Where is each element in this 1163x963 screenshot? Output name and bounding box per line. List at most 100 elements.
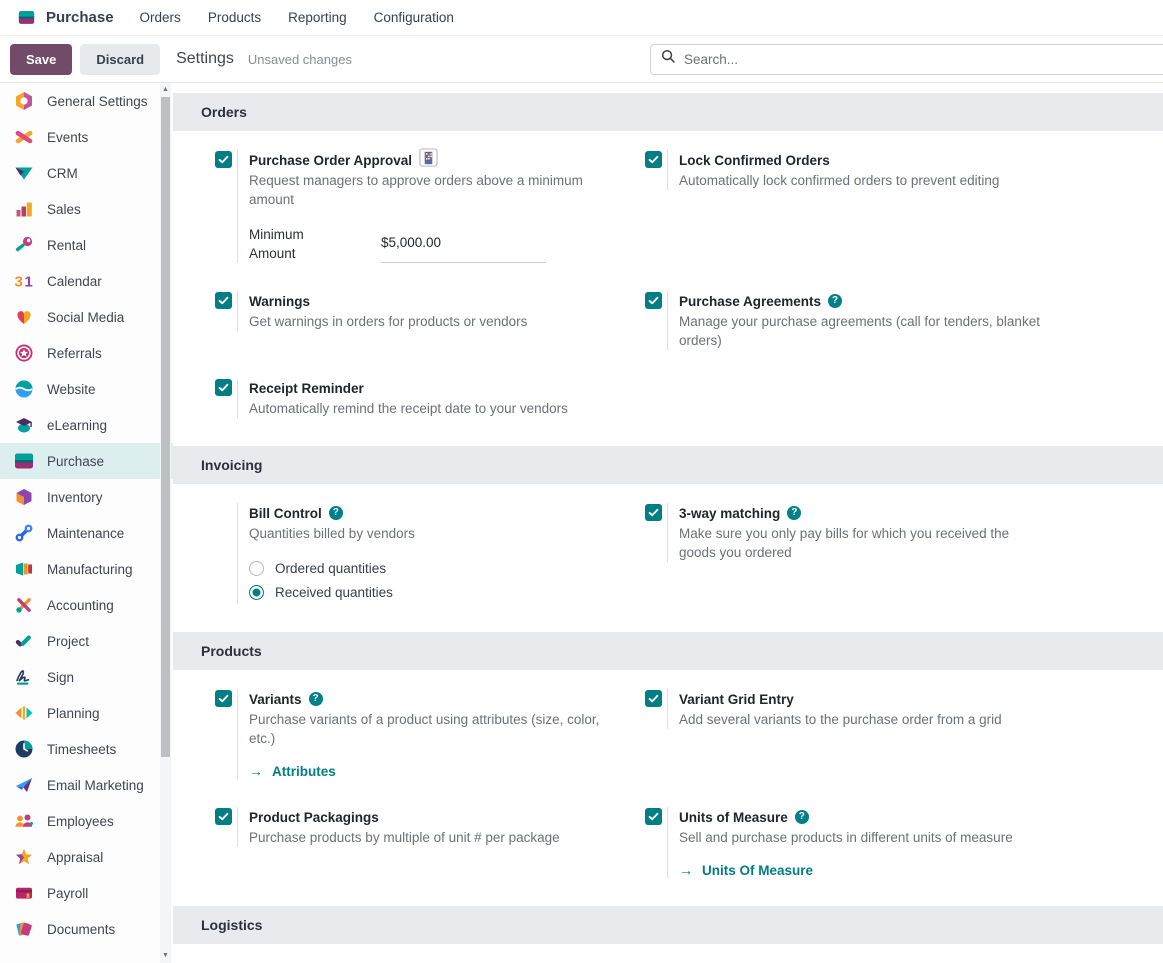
sidebar-item-inventory[interactable]: Inventory — [0, 479, 173, 515]
appraisal-icon — [13, 847, 34, 868]
ordered-quantities-radio[interactable]: Ordered quantities — [249, 556, 415, 580]
sidebar-item-label: Social Media — [47, 310, 124, 325]
sidebar-item-social-media[interactable]: Social Media — [0, 299, 173, 335]
referrals-icon — [13, 343, 34, 364]
sidebar-item-label: CRM — [47, 166, 78, 181]
sidebar-item-events[interactable]: Events — [0, 119, 173, 155]
help-icon[interactable]: ? — [795, 810, 809, 824]
help-icon[interactable]: ? — [329, 506, 343, 520]
sidebar-item-label: Inventory — [47, 490, 103, 505]
sidebar-item-timesheets[interactable]: Timesheets — [0, 731, 173, 767]
units-of-measure-checkbox[interactable] — [645, 808, 662, 825]
lock-confirmed-orders-checkbox[interactable] — [645, 151, 662, 168]
setting-product-packagings: Product Packagings Purchase products by … — [215, 807, 645, 878]
purchase-icon — [13, 451, 34, 472]
menu-reporting[interactable]: Reporting — [288, 10, 347, 25]
sidebar-item-label: Calendar — [47, 274, 102, 289]
sidebar-item-sign[interactable]: Sign — [0, 659, 173, 695]
variant-grid-entry-checkbox[interactable] — [645, 690, 662, 707]
purchase-app-icon — [16, 7, 37, 28]
three-way-matching-checkbox[interactable] — [645, 504, 662, 521]
setting-description: Quantities billed by vendors — [249, 524, 415, 543]
sidebar-item-accounting[interactable]: Accounting — [0, 587, 173, 623]
app-switcher[interactable]: Purchase — [16, 7, 114, 28]
setting-bill-control: Bill Control ? Quantities billed by vend… — [215, 503, 645, 604]
purchase-order-approval-checkbox[interactable] — [215, 151, 232, 168]
setting-description: Add several variants to the purchase ord… — [679, 710, 1002, 729]
scroll-up-icon[interactable]: ▲ — [160, 84, 171, 96]
sidebar-item-label: Manufacturing — [47, 562, 133, 577]
setting-lock-confirmed-orders: Lock Confirmed Orders Automatically lock… — [645, 150, 1129, 263]
setting-title: Bill Control — [249, 506, 322, 521]
help-icon[interactable]: ? — [309, 692, 323, 706]
sidebar-item-referrals[interactable]: Referrals — [0, 335, 173, 371]
setting-description: Automatically remind the receipt date to… — [249, 399, 568, 418]
sidebar-item-label: Appraisal — [47, 850, 103, 865]
setting-variant-grid-entry: Variant Grid Entry Add several variants … — [645, 689, 1129, 779]
sidebar-item-sales[interactable]: Sales — [0, 191, 173, 227]
sidebar-item-email-marketing[interactable]: Email Marketing — [0, 767, 173, 803]
sidebar-item-label: Documents — [47, 922, 115, 937]
purchase-agreements-checkbox[interactable] — [645, 292, 662, 309]
setting-units-of-measure: Units of Measure ? Sell and purchase pro… — [645, 807, 1129, 878]
menu-orders[interactable]: Orders — [140, 10, 181, 25]
inventory-icon — [13, 487, 34, 508]
discard-button[interactable]: Discard — [80, 44, 160, 75]
save-button[interactable]: Save — [10, 44, 72, 75]
documents-icon — [13, 919, 34, 940]
section-title: Logistics — [201, 917, 262, 933]
minimum-amount-input[interactable] — [381, 225, 546, 263]
sidebar-scrollbar[interactable]: ▲ ▼ — [160, 83, 171, 963]
sidebar-item-project[interactable]: Project — [0, 623, 173, 659]
arrow-right-icon: → — [679, 862, 693, 878]
help-icon[interactable]: ? — [828, 294, 842, 308]
menu-products[interactable]: Products — [208, 10, 261, 25]
setting-description: Manage your purchase agreements (call fo… — [679, 312, 1044, 350]
menu-configuration[interactable]: Configuration — [374, 10, 454, 25]
received-quantities-radio[interactable]: Received quantities — [249, 580, 415, 604]
sidebar-item-purchase[interactable]: Purchase — [0, 443, 173, 479]
general-settings-icon — [13, 91, 34, 112]
setting-description: Purchase variants of a product using att… — [249, 710, 614, 748]
product-packagings-checkbox[interactable] — [215, 808, 232, 825]
sidebar-item-planning[interactable]: Planning — [0, 695, 173, 731]
setting-title: Purchase Order Approval — [249, 153, 412, 168]
sign-icon — [13, 667, 34, 688]
sidebar-item-calendar[interactable]: 31 Calendar — [0, 263, 173, 299]
sidebar-item-maintenance[interactable]: Maintenance — [0, 515, 173, 551]
sidebar-item-label: Events — [47, 130, 88, 145]
sidebar-item-elearning[interactable]: eLearning — [0, 407, 173, 443]
search-input[interactable] — [684, 52, 1153, 67]
search-box[interactable] — [650, 44, 1163, 75]
variants-checkbox[interactable] — [215, 690, 232, 707]
receipt-reminder-checkbox[interactable] — [215, 379, 232, 396]
sidebar-item-general-settings[interactable]: General Settings — [0, 83, 173, 119]
brand-name: Purchase — [46, 9, 114, 26]
sidebar-item-documents[interactable]: Documents — [0, 911, 173, 947]
attributes-link[interactable]: → Attributes — [249, 763, 614, 779]
sidebar-item-manufacturing[interactable]: Manufacturing — [0, 551, 173, 587]
sidebar-item-label: Referrals — [47, 346, 102, 361]
sidebar-item-crm[interactable]: CRM — [0, 155, 173, 191]
units-of-measure-link[interactable]: → Units Of Measure — [679, 862, 1013, 878]
sidebar-item-payroll[interactable]: Payroll — [0, 875, 173, 911]
help-icon[interactable]: ? — [787, 506, 801, 520]
scrollbar-thumb[interactable] — [161, 97, 170, 757]
sidebar-item-appraisal[interactable]: Appraisal — [0, 839, 173, 875]
radio-icon — [249, 585, 264, 600]
control-bar: Save Discard Settings Unsaved changes — [0, 36, 1163, 83]
setting-title: Purchase Agreements — [679, 294, 821, 309]
scroll-down-icon[interactable]: ▼ — [160, 950, 171, 962]
section-header-invoicing: Invoicing — [173, 446, 1163, 484]
setting-description: Make sure you only pay bills for which y… — [679, 524, 1044, 562]
social-media-icon — [13, 307, 34, 328]
sidebar-item-rental[interactable]: Rental — [0, 227, 173, 263]
sidebar-item-employees[interactable]: Employees — [0, 803, 173, 839]
website-icon — [13, 379, 34, 400]
sales-icon — [13, 199, 34, 220]
setting-purchase-order-approval: Purchase Order Approval Request managers… — [215, 150, 645, 263]
sidebar-item-website[interactable]: Website — [0, 371, 173, 407]
settings-content: Orders Purchase Order Approval Request m… — [173, 83, 1163, 963]
sidebar-item-label: Rental — [47, 238, 86, 253]
warnings-checkbox[interactable] — [215, 292, 232, 309]
